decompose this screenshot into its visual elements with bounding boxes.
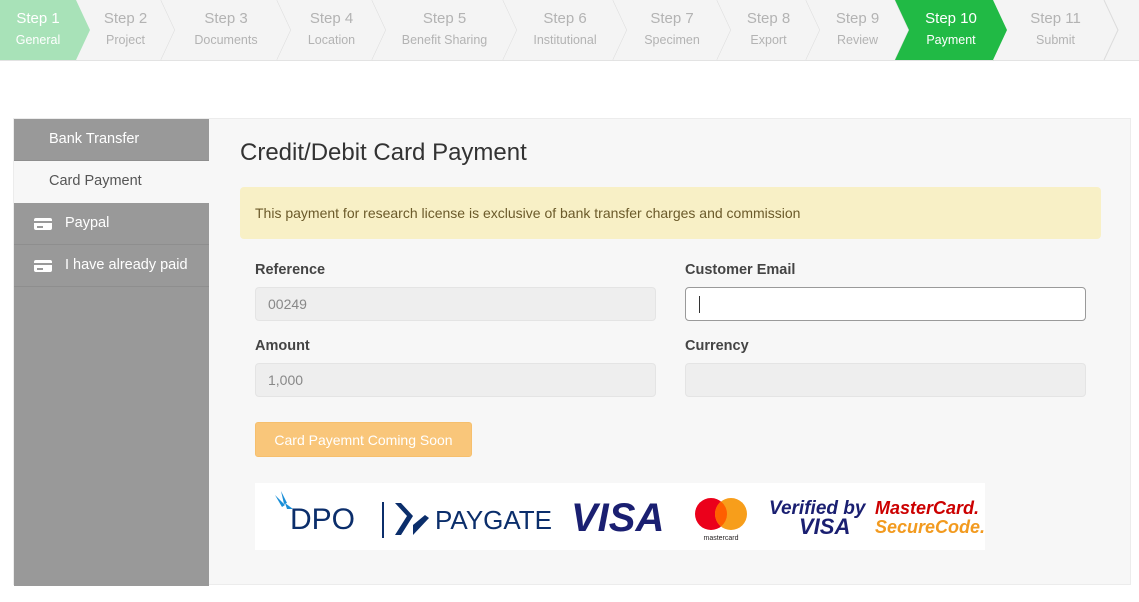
step-label: General	[15, 33, 61, 47]
step-number: Step 4	[309, 10, 354, 27]
step-number: Step 3	[204, 10, 248, 27]
step-9[interactable]: Step 9 Review	[806, 0, 910, 61]
step-4[interactable]: Step 4 Location	[277, 0, 387, 61]
mastercard-securecode-top: MasterCard.	[875, 498, 979, 518]
step-number: Step 7	[650, 10, 694, 27]
payment-notice: This payment for research license is exc…	[240, 187, 1101, 239]
step-label: Export	[750, 33, 787, 47]
card-payment-button[interactable]: Card Payemnt Coming Soon	[255, 422, 472, 457]
customer-email-field[interactable]	[685, 287, 1086, 321]
paygate-logo: PAYGATE	[435, 505, 552, 535]
step-5[interactable]: Step 5 Benefit Sharing	[372, 0, 518, 61]
step-number: Step 8	[746, 10, 791, 27]
customer-email-label: Customer Email	[685, 262, 796, 278]
step-label: Documents	[194, 33, 258, 47]
reference-label: Reference	[255, 262, 326, 278]
step-number: Step 9	[835, 10, 880, 27]
sidebar-item-bank-transfer[interactable]: Bank Transfer	[14, 119, 209, 161]
payment-panel: Bank Transfer Card Payment Paypal I have…	[13, 118, 1132, 586]
step-number: Step 11	[1030, 10, 1081, 27]
currency-label: Currency	[685, 338, 749, 354]
paygate-chevron-icon	[395, 503, 413, 535]
verified-by-visa-logo: VISA	[799, 514, 850, 539]
amount-label: Amount	[255, 338, 310, 354]
step-label: Review	[837, 33, 878, 47]
card-payment-form: Credit/Debit Card Payment This payment f…	[209, 119, 1132, 586]
sidebar-item-paypal[interactable]: Paypal	[14, 203, 209, 245]
amount-field: 1,000	[255, 363, 656, 397]
step-6[interactable]: Step 6 Institutional	[503, 0, 628, 61]
page-title: Credit/Debit Card Payment	[240, 139, 527, 166]
step-number: Step 6	[543, 10, 587, 27]
payment-logos: DPO PAYGATE VISA mastercard Verified by …	[255, 483, 985, 550]
currency-field	[685, 363, 1086, 397]
step-11[interactable]: Step 11 Submit	[993, 0, 1119, 61]
step-label: Specimen	[644, 33, 700, 47]
step-8[interactable]: Step 8 Export	[717, 0, 821, 61]
step-label: Benefit Sharing	[401, 33, 488, 47]
dpo-logo: DPO	[290, 503, 355, 536]
step-number: Step 5	[422, 10, 467, 27]
sidebar-item-label: Card Payment	[49, 173, 142, 189]
credit-card-icon	[34, 218, 52, 230]
sidebar-item-label: Bank Transfer	[49, 131, 140, 147]
mastercard-securecode-bottom: SecureCode.	[875, 517, 985, 537]
step-label: Submit	[1036, 33, 1075, 47]
step-7[interactable]: Step 7 Specimen	[613, 0, 732, 61]
visa-logo: VISA	[571, 496, 664, 540]
svg-text:mastercard: mastercard	[703, 535, 738, 542]
text-cursor	[699, 296, 700, 313]
step-10[interactable]: Step 10 Payment	[895, 0, 1008, 61]
step-label: Location	[307, 33, 356, 47]
logo-divider	[382, 502, 384, 538]
credit-card-icon	[34, 260, 52, 272]
sidebar-item-label: I have already paid	[65, 257, 188, 273]
wizard-steps: Step 1 General Step 2 Project Step 3 Document…	[0, 0, 1139, 61]
step-number: Step 10	[925, 10, 977, 27]
step-label: Institutional	[533, 33, 597, 47]
mastercard-logo: mastercard	[695, 498, 747, 542]
reference-field: 00249	[255, 287, 656, 321]
sidebar-item-label: Paypal	[65, 215, 110, 231]
sidebar-item-card-payment[interactable]: Card Payment	[14, 161, 209, 203]
step-3[interactable]: Step 3 Documents	[161, 0, 292, 61]
sidebar-item-already-paid[interactable]: I have already paid	[14, 245, 209, 287]
payment-method-sidebar: Bank Transfer Card Payment Paypal I have…	[14, 119, 209, 586]
step-number: Step 1	[16, 10, 60, 27]
step-label: Payment	[926, 33, 976, 47]
